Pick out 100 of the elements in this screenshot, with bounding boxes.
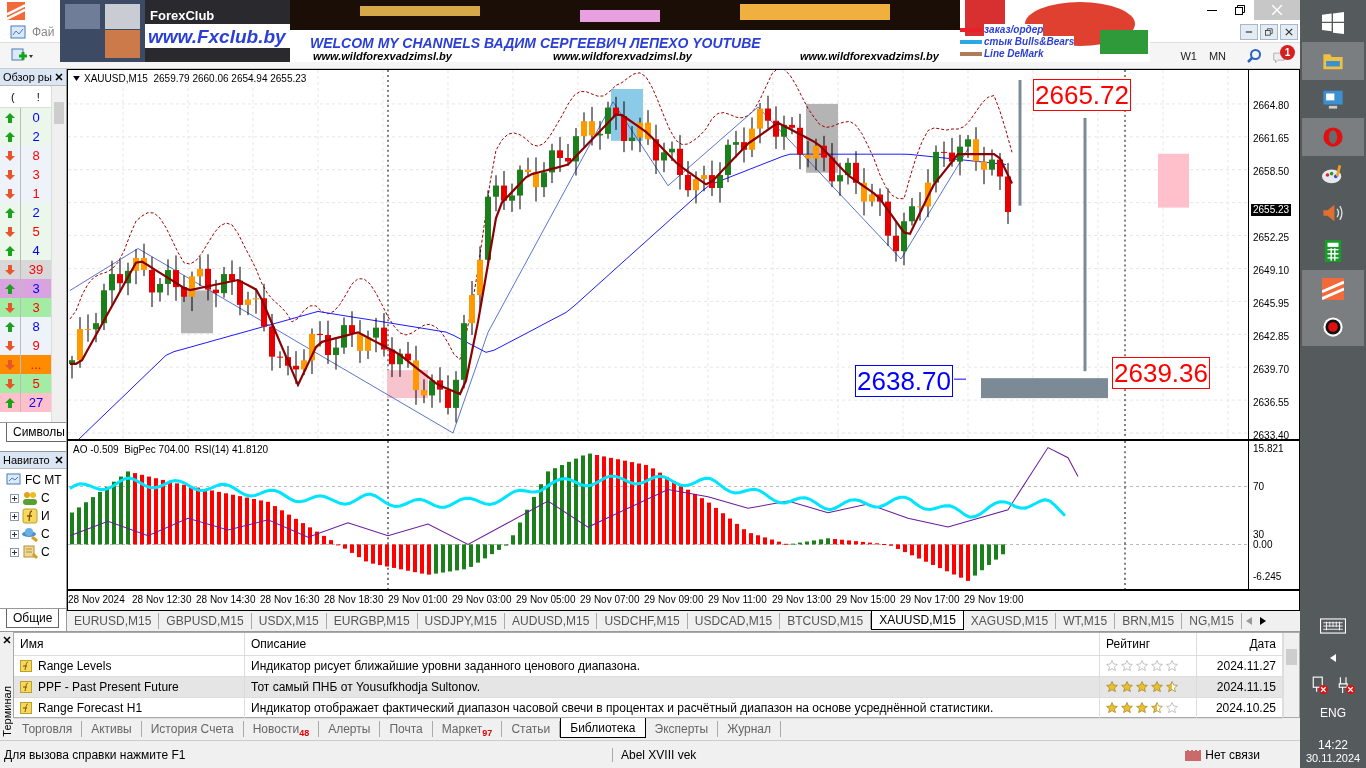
timeframe-button[interactable]: W1: [1174, 49, 1203, 62]
timeframe-button[interactable]: MN: [1202, 49, 1232, 62]
time-label: 29 Nov 13:00: [772, 594, 832, 606]
terminal-tab[interactable]: Активы: [82, 721, 142, 738]
terminal-tab[interactable]: История Счета: [141, 721, 244, 738]
panel-title: Терминал: [0, 685, 13, 737]
site-link[interactable]: www.wildforexvadzimsl.by: [800, 50, 939, 62]
language-indicator[interactable]: ENG: [1320, 706, 1346, 720]
indicator-tick: 0.00: [1253, 539, 1273, 552]
chart-tab[interactable]: XAGUSD,M15: [963, 613, 1057, 630]
time-label: 29 Nov 19:00: [964, 594, 1024, 606]
terminal-tab[interactable]: Почта: [380, 721, 433, 738]
clock-time[interactable]: 14:22: [1318, 738, 1348, 752]
chart-tab[interactable]: USDCHF,M15: [597, 613, 688, 630]
chart-tab[interactable]: USDX,M15: [251, 613, 327, 630]
price-label: 2665.72: [1033, 79, 1131, 112]
price-tick: 2645.95: [1253, 298, 1290, 311]
market-row[interactable]: 2: [0, 127, 51, 147]
market-row[interactable]: 3: [0, 165, 51, 185]
profile-name: Abel XVIII vek: [620, 747, 698, 762]
time-label: 29 Nov 11:00: [708, 594, 767, 606]
market-row[interactable]: 0: [0, 108, 51, 128]
spread-value: 27: [27, 395, 45, 411]
chart-tab[interactable]: XAUUSD,M15: [871, 611, 964, 631]
spread-value: 2: [31, 205, 41, 221]
chart-tab[interactable]: AUDUSD,M15: [505, 613, 598, 630]
table-cell: Тот самый ПНБ от Yousufkhodja Sultonov.: [245, 677, 1100, 698]
chart-tab[interactable]: NG,M15: [1182, 613, 1242, 630]
price-tick: 2642.85: [1253, 331, 1290, 344]
price-tick: 2664.80: [1253, 100, 1290, 113]
terminal-tab[interactable]: Библиотека: [560, 718, 646, 739]
chart-tab[interactable]: GBPUSD,M15: [159, 613, 252, 630]
time-label: 29 Nov 15:00: [836, 594, 896, 606]
market-row[interactable]: 9: [0, 336, 51, 356]
chart-tab[interactable]: USDJPY,M15: [417, 613, 506, 630]
chart-tab[interactable]: WT,M15: [1056, 613, 1116, 630]
market-row[interactable]: 2: [0, 203, 51, 223]
terminal-tab[interactable]: Эксперты: [645, 721, 719, 738]
chart-tab[interactable]: USDCAD,M15: [687, 613, 781, 630]
spread-value: 2: [31, 129, 41, 145]
connection-status: Нет связи: [1205, 747, 1260, 762]
column-header[interactable]: Описание: [245, 633, 1100, 656]
panel-tab[interactable]: Общие: [6, 609, 60, 629]
market-row[interactable]: 8: [0, 146, 51, 166]
menu-item[interactable]: Фай: [32, 24, 55, 39]
navigator-item[interactable]: С: [41, 527, 50, 542]
market-row[interactable]: 3: [0, 279, 51, 299]
spread-value: 3: [31, 167, 41, 183]
legend-label: Line DeMark: [984, 48, 1044, 60]
chart-tab[interactable]: EURUSD,M15: [67, 613, 160, 630]
legend-label: заказ/ордер: [984, 24, 1044, 36]
panel-tab[interactable]: Символы: [6, 423, 66, 443]
market-row[interactable]: 4: [0, 241, 51, 261]
price-tick: 2658.50: [1253, 166, 1290, 179]
navigator-item[interactable]: И: [41, 509, 50, 524]
time-label: 29 Nov 09:00: [644, 594, 704, 606]
price-tick: 2639.70: [1253, 364, 1290, 377]
time-label: 28 Nov 14:30: [196, 594, 256, 606]
time-label: 29 Nov 03:00: [452, 594, 512, 606]
market-row[interactable]: 5: [0, 222, 51, 242]
market-row[interactable]: 1: [0, 184, 51, 204]
price-tick: 2649.10: [1253, 265, 1290, 278]
site-link[interactable]: www.wildforexvadzimsl.by: [553, 50, 692, 62]
navigator-item[interactable]: С: [41, 491, 50, 506]
banner-headline: WELCOM MY CHANNELS ВАДИМ СЕРГЕЕВИЧ ЛЕПЕХО YOUTUBE: [310, 35, 761, 51]
terminal-tab[interactable]: Алерты: [319, 721, 381, 738]
terminal-tab[interactable]: Журнал: [718, 721, 782, 738]
table-row[interactable]: PPF - Past Present Future Тот самый ПНБ от Yousufkhodja Sultonov. 2024.11.15: [14, 677, 1283, 699]
spread-value: 9: [31, 338, 41, 354]
time-label: 28 Nov 2024: [68, 594, 125, 606]
navigator-item[interactable]: FC MT: [25, 473, 62, 488]
column-header[interactable]: !: [25, 90, 51, 103]
time-label: 28 Nov 18:30: [324, 594, 384, 606]
spread-value: 0: [31, 110, 41, 126]
column-header[interactable]: (: [0, 90, 26, 103]
chart-tab[interactable]: EURGBP,M15: [326, 613, 418, 630]
site-link[interactable]: www.wildforexvadzimsl.by: [313, 50, 452, 62]
indicator-tick: -6.245: [1253, 571, 1282, 584]
terminal-tab[interactable]: Новости$_{48}$: [243, 721, 320, 738]
panel-title: Навигато: [2, 454, 51, 467]
panel-title: Обзор ры: [2, 71, 52, 84]
market-row[interactable]: 27: [0, 393, 51, 413]
market-row[interactable]: 8: [0, 317, 51, 337]
spread-value: 5: [31, 376, 41, 392]
chart-tab[interactable]: BRN,M15: [1115, 613, 1183, 630]
spread-value: 8: [31, 148, 41, 164]
column-header[interactable]: Рейтинг: [1100, 633, 1197, 656]
terminal-tab[interactable]: Маркет$_{97}$: [432, 721, 503, 738]
navigator-item[interactable]: С: [41, 545, 50, 560]
terminal-tab[interactable]: Торговля: [13, 721, 83, 738]
clock-date[interactable]: 30.11.2024: [1305, 752, 1361, 764]
table-row[interactable]: Range Forecast H1 Индикатор отображает фактический диапазон часовой свечи в процентах и расчётный диапазон на основе усреднённой статистики. 2024.10.25: [14, 698, 1283, 720]
indicator-tick: 30: [1253, 529, 1265, 541]
column-header[interactable]: Имя: [14, 633, 245, 656]
table-cell: Индикатор рисует ближайшие уровни заданного ценового диапазона.: [245, 656, 1100, 677]
legend-label: стык Bulls&Bears: [984, 36, 1075, 48]
spread-value: 3: [31, 300, 41, 316]
time-label: 28 Nov 12:30: [132, 594, 192, 606]
price-tick: 2661.65: [1253, 133, 1290, 146]
time-label: 29 Nov 07:00: [580, 594, 640, 606]
